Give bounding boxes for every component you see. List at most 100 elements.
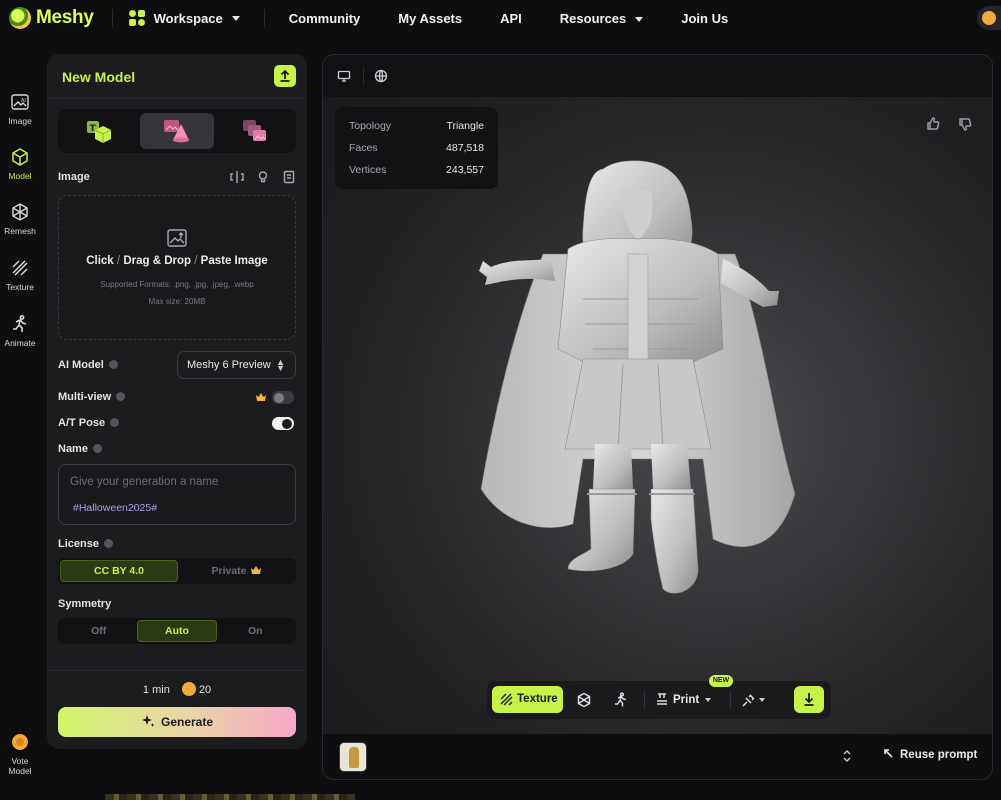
nav-divider [263,9,265,27]
info-icon[interactable] [108,360,118,369]
stat-label: Topology [349,120,392,132]
chevron-down-icon [635,16,644,22]
nav-api[interactable]: API [500,11,522,26]
globe-icon[interactable] [374,69,388,83]
sparkle-icon [141,715,155,727]
logo[interactable]: Meshy [9,7,94,29]
thumbs-up-icon[interactable] [926,117,940,131]
rail-label-line2: Model [8,766,32,776]
stat-faces: Faces 487,518 [349,142,484,156]
image-ai-icon: AI [11,94,29,110]
workspace-menu[interactable]: Workspace [128,10,240,26]
info-icon[interactable] [103,539,113,548]
rail-item-remesh[interactable]: Remesh [0,202,40,236]
input-mode-switch: T [58,109,296,153]
license-option-private[interactable]: Private [178,560,294,582]
divider [47,670,307,671]
logo-text: Meshy [36,7,94,28]
nav-resources[interactable]: Resources [560,11,644,26]
3d-model-preview[interactable] [473,159,803,603]
symmetry-option-off[interactable]: Off [60,620,137,642]
rail-label: Model [8,171,32,181]
chevron-down-icon [231,15,240,21]
multiview-toggle[interactable] [272,391,294,404]
image-section-label: Image [58,171,90,183]
info-icon[interactable] [92,444,102,453]
rail-item-animate[interactable]: Animate [0,314,40,348]
top-nav: Meshy Workspace Community My Assets API … [0,0,1001,36]
chevron-down-icon [705,697,712,702]
source-image-thumbnail[interactable] [339,742,367,772]
atpose-toggle[interactable] [272,417,294,430]
texture-button[interactable]: Texture [492,686,563,713]
book-icon[interactable] [282,170,296,184]
name-input[interactable]: Give your generation a name #Halloween20… [58,464,296,525]
multiview-label: Multi-view [58,391,126,403]
remesh-icon[interactable] [576,692,592,708]
chevron-down-icon[interactable] [759,698,765,702]
panel-title: New Model [62,69,136,85]
rail-item-model[interactable]: Model [0,147,40,181]
mode-multi-image-to-3d[interactable] [218,113,292,149]
mode-text-to-3d[interactable]: T [62,113,136,149]
stat-vertices: Vertices 243,557 [349,164,484,178]
thumbs-down-icon[interactable] [958,117,972,131]
nav-join-us[interactable]: Join Us [681,11,728,26]
image-tools [218,170,296,184]
generation-cost: 1 min 20 [47,682,307,696]
upload-button[interactable] [274,65,296,87]
generate-button[interactable]: Generate [58,707,296,737]
license-private-label: Private [211,565,247,577]
credits-button[interactable] [977,6,1001,30]
chevron-updown-icon: ▲ ▼ [276,357,285,373]
nav-my-assets[interactable]: My Assets [398,11,462,26]
generate-label: Generate [160,715,214,729]
divider [363,68,364,84]
name-label-text: Name [58,443,88,455]
image-upload-icon [167,229,187,247]
upload-icon [280,69,290,82]
hashtag[interactable]: #Halloween2025# [73,502,157,514]
rail-item-image[interactable]: AI Image [0,92,40,126]
info-icon[interactable] [116,392,126,401]
plug-icon[interactable] [741,692,757,708]
monitor-icon[interactable] [337,69,351,83]
viewer-footer: Reuse prompt [323,734,992,779]
reuse-prompt-button[interactable]: Reuse prompt [883,748,977,761]
license-option-cc-by[interactable]: CC BY 4.0 [60,560,178,582]
remesh-icon [12,203,28,221]
download-icon [804,693,814,706]
license-label: License [58,538,113,550]
image-dropzone[interactable]: Click / Drag & Drop / Paste Image Suppor… [58,195,296,340]
symmetry-option-on[interactable]: On [217,620,294,642]
rail-item-texture[interactable]: Texture [0,258,40,292]
rail-label: Remesh [4,226,36,236]
lightbulb-icon[interactable] [256,170,270,184]
info-icon[interactable] [110,418,120,427]
toggle-knob [274,392,284,403]
nav-divider [111,9,113,27]
workspace-label: Workspace [153,10,223,26]
name-label: Name [58,443,102,455]
stat-value: 487,518 [446,142,484,154]
mode-image-to-3d[interactable] [140,113,214,149]
cube-icon [12,148,28,166]
rail-item-vote-model[interactable]: Vote Model [0,732,40,776]
new-badge: NEW [709,675,733,687]
chevron-updown-icon[interactable] [842,749,852,763]
print-icon [657,693,667,705]
compare-icon[interactable] [230,170,244,184]
dropzone-hint: Supported Formats: .png, .jpg, .jpeg, .w… [59,276,295,310]
stat-label: Faces [349,142,378,154]
ai-model-select[interactable]: Meshy 6 Preview ▲ ▼ [177,351,296,379]
symmetry-option-auto[interactable]: Auto [137,620,217,642]
coin-icon [181,682,196,696]
stat-label: Vertices [349,164,387,176]
download-button[interactable] [794,686,824,713]
rig-icon[interactable] [613,692,629,708]
print-menu[interactable]: Print [655,681,712,719]
coin-icon [982,11,996,25]
workspace-icon [128,10,145,26]
max-size: Max size: 20MB [148,297,206,306]
nav-community[interactable]: Community [289,11,361,26]
